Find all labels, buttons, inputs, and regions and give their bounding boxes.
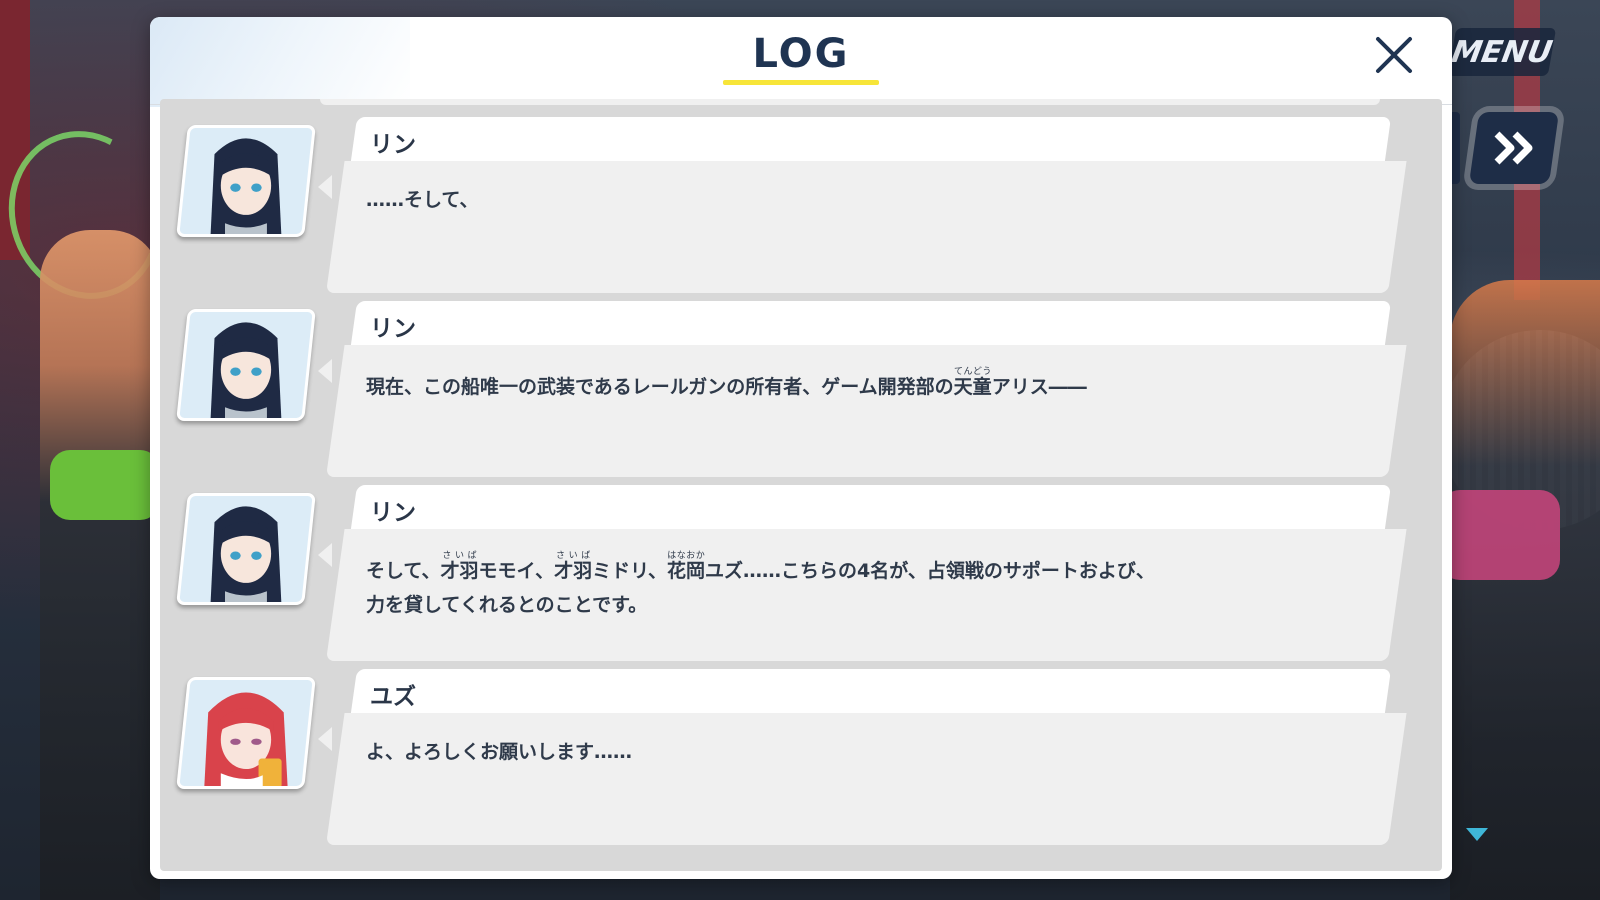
ruby-base: 天童 xyxy=(953,376,992,398)
ruby-reading: さいば xyxy=(554,551,593,561)
dialogue-bubble: ユズ よ、よろしくお願いします…… xyxy=(326,669,1407,845)
previous-entry-edge xyxy=(320,99,1380,105)
dialogue-body xyxy=(326,161,1407,293)
dialogue-bubble: リン そして、才羽さいばモモイ、才羽さいばミドリ、花岡はなおかユズ……こちらの4… xyxy=(326,485,1407,661)
rin-portrait-art xyxy=(178,125,314,237)
dialogue-bubble: リン 現在、この船唯一の武装であるレールガンの所有者、ゲーム開発部の天童てんどう… xyxy=(326,301,1407,477)
dialogue-segment: アリス―― xyxy=(991,376,1087,398)
ruby-word: 天童てんどう xyxy=(953,367,992,398)
ruby-base: 才羽 xyxy=(554,560,593,582)
triangle-down-icon xyxy=(1466,828,1488,841)
close-icon xyxy=(1376,37,1412,73)
dialogue-segment: ……そして、 xyxy=(366,189,479,211)
dialogue-text: 現在、この船唯一の武装であるレールガンの所有者、ゲーム開発部の天童てんどうアリス… xyxy=(366,367,1326,404)
dialogue-text: よ、よろしくお願いします…… xyxy=(366,735,1326,769)
menu-button-label: MENU xyxy=(1448,34,1555,70)
dialogue-bubble: リン ……そして、 xyxy=(326,117,1407,293)
rin-portrait-art xyxy=(178,309,314,421)
close-button[interactable] xyxy=(1370,31,1418,79)
log-entry: リン ……そして、 xyxy=(160,117,1442,293)
log-panel: LOG リン ……そして、 リン 現在、この船唯一の武装であるレールガンの所有者… xyxy=(150,17,1452,879)
dialogue-segment: 現在、この船唯一の武装であるレールガンの所有者、ゲーム開発部の xyxy=(366,376,954,398)
background-character-left xyxy=(40,230,160,900)
rin-portrait xyxy=(176,125,316,237)
ruby-base: 才羽 xyxy=(440,560,479,582)
dialogue-body xyxy=(326,713,1407,845)
ruby-reading: てんどう xyxy=(953,367,992,377)
dialogue-segment: ミドリ、 xyxy=(592,560,668,582)
speaker-name-bar xyxy=(350,117,1392,161)
log-title: LOG xyxy=(752,31,850,77)
double-chevron-right-icon xyxy=(1494,131,1533,165)
dialogue-body xyxy=(326,345,1407,477)
speaker-name: リン xyxy=(370,500,416,526)
speaker-name: リン xyxy=(370,132,416,158)
title-underline xyxy=(723,80,879,85)
log-entry: ユズ よ、よろしくお願いします…… xyxy=(160,669,1442,845)
menu-button[interactable]: MENU xyxy=(1447,28,1557,76)
dialogue-text: そして、才羽さいばモモイ、才羽さいばミドリ、花岡はなおかユズ……こちらの4名が、… xyxy=(366,551,1326,622)
speaker-name-bar xyxy=(350,669,1392,713)
yuzu-portrait-art xyxy=(178,677,314,789)
ruby-reading: はなおか xyxy=(667,551,706,561)
ruby-base: 花岡 xyxy=(667,560,706,582)
speaker-name: ユズ xyxy=(370,684,416,710)
log-scroll-area[interactable]: リン ……そして、 リン 現在、この船唯一の武装であるレールガンの所有者、ゲーム… xyxy=(160,99,1442,871)
log-panel-header: LOG xyxy=(150,17,1452,105)
speaker-name: リン xyxy=(370,316,416,342)
ruby-reading: さいば xyxy=(440,551,479,561)
rin-portrait xyxy=(176,309,316,421)
dialogue-segment: そして、 xyxy=(366,560,441,582)
log-entry: リン 現在、この船唯一の武装であるレールガンの所有者、ゲーム開発部の天童てんどう… xyxy=(160,301,1442,477)
dialogue-text: ……そして、 xyxy=(366,183,1326,217)
fast-forward-button[interactable] xyxy=(1468,112,1560,184)
ruby-word: 才羽さいば xyxy=(554,551,593,582)
rin-portrait xyxy=(176,493,316,605)
background-character-right xyxy=(1450,280,1600,900)
speaker-name-bar xyxy=(350,301,1392,345)
speaker-name-bar xyxy=(350,485,1392,529)
log-entry: リン そして、才羽さいばモモイ、才羽さいばミドリ、花岡はなおかユズ……こちらの4… xyxy=(160,485,1442,661)
ruby-word: 花岡はなおか xyxy=(667,551,706,582)
rin-portrait-art xyxy=(178,493,314,605)
background-green-scarf xyxy=(50,450,160,520)
yuzu-portrait xyxy=(176,677,316,789)
ruby-word: 才羽さいば xyxy=(440,551,479,582)
background-pink-scarf xyxy=(1440,490,1560,580)
dialogue-segment: モモイ、 xyxy=(478,560,555,582)
dialogue-segment: よ、よろしくお願いします…… xyxy=(366,741,633,763)
